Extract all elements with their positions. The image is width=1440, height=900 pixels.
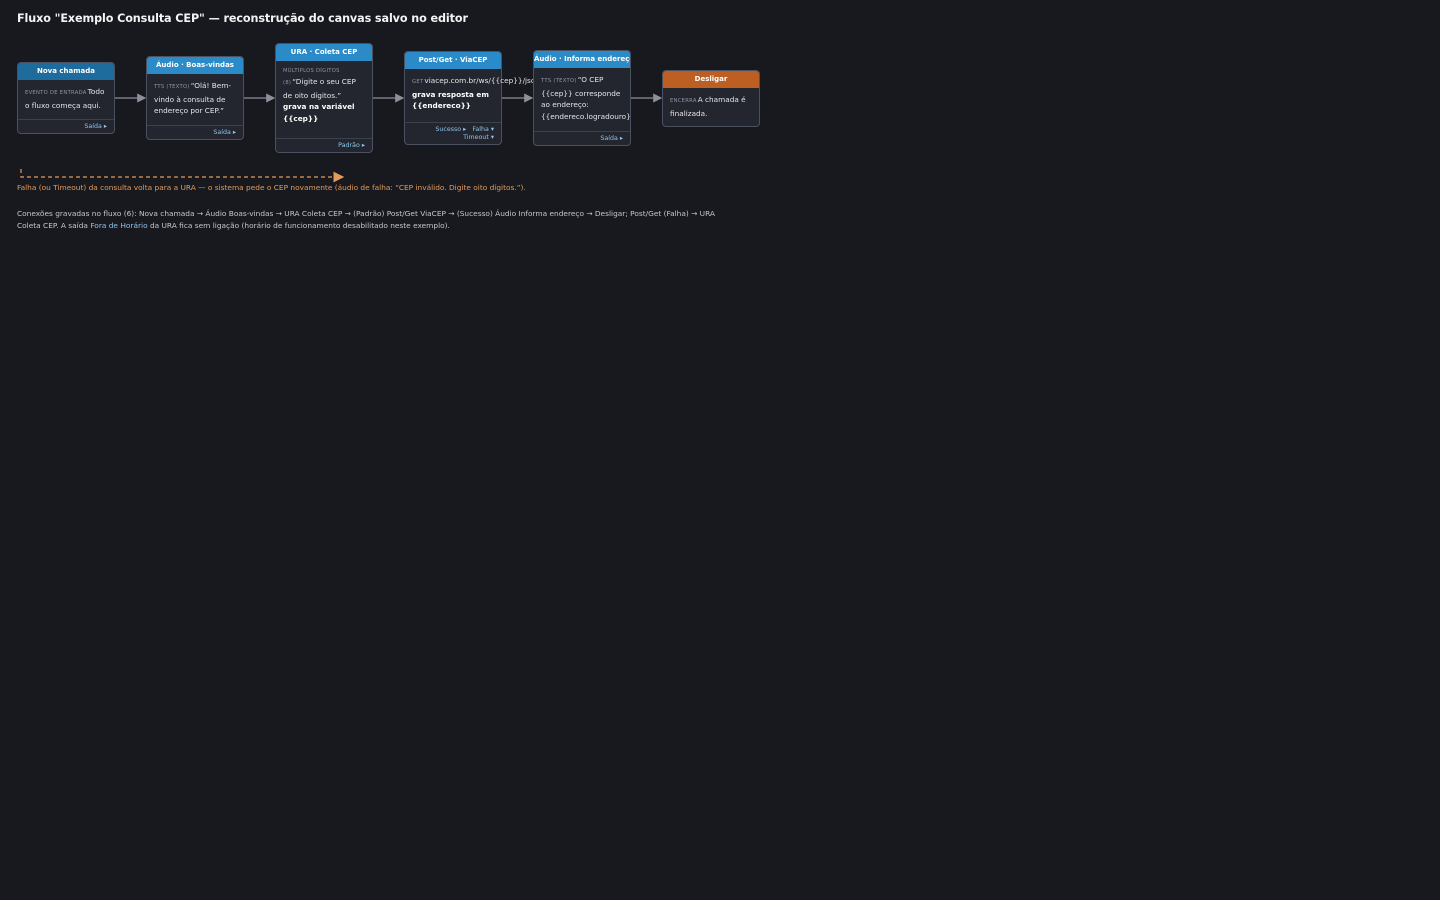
edge-viacep-failure-to-ura[interactable] bbox=[20, 169, 345, 183]
request-url: viacep.com.br/ws/{{cep}}/json bbox=[424, 76, 540, 85]
output-port-falha[interactable]: Falha ▾ bbox=[472, 126, 494, 133]
node-desligar[interactable]: Desligar ENCERRAA chamada é finalizada. bbox=[662, 70, 760, 127]
node-title: Áudio · Boas-vindas bbox=[147, 57, 243, 74]
node-audio-boas-vindas[interactable]: Áudio · Boas-vindas TTS (TEXTO)“Olá! Bem… bbox=[146, 56, 244, 140]
node-body: GETviacep.com.br/ws/{{cep}}/json grava r… bbox=[405, 69, 540, 116]
response-save-text: grava resposta em {{endereco}} bbox=[412, 89, 489, 111]
node-audio-informa-endereco[interactable]: Áudio · Informa endereço TTS (TEXTO)“O C… bbox=[533, 50, 631, 146]
output-port-saida[interactable]: Saída ▸ bbox=[600, 135, 623, 142]
output-port-saida[interactable]: Saída ▸ bbox=[213, 129, 236, 136]
node-type-tag: EVENTO DE ENTRADA bbox=[25, 90, 87, 96]
node-title: Nova chamada bbox=[18, 63, 114, 80]
node-footer: Saída ▸ bbox=[18, 119, 114, 133]
connections-summary: Conexões gravadas no fluxo (6): Nova cha… bbox=[17, 208, 717, 232]
node-footer: Sucesso ▸ Falha ▾ Timeout ▾ bbox=[405, 122, 501, 144]
fora-de-horario-port-label: Fora de Horário bbox=[90, 221, 148, 230]
node-body: TTS (TEXTO)“Olá! Bem-vindo à consulta de… bbox=[147, 74, 243, 121]
node-body: MÚLTIPLOS DÍGITOS (8)“Digite o seu CEP d… bbox=[276, 61, 372, 128]
node-body: EVENTO DE ENTRADATodo o fluxo começa aqu… bbox=[18, 80, 114, 115]
node-title: Desligar bbox=[663, 71, 759, 88]
connections-text-end: da URA fica sem ligação (horário de func… bbox=[149, 221, 450, 230]
node-type-tag: MÚLTIPLOS DÍGITOS bbox=[283, 68, 340, 74]
node-type-tag: TTS (TEXTO) bbox=[154, 84, 190, 90]
node-title: Áudio · Informa endereço bbox=[534, 51, 630, 68]
node-post-get-viacep[interactable]: Post/Get · ViaCEP GETviacep.com.br/ws/{{… bbox=[404, 51, 540, 145]
output-port-saida[interactable]: Saída ▸ bbox=[84, 123, 107, 130]
variable-save-text: grava na variável {{cep}} bbox=[283, 102, 355, 123]
output-port-sucesso[interactable]: Sucesso ▸ bbox=[435, 126, 466, 133]
node-title: URA · Coleta CEP bbox=[276, 44, 372, 61]
digits-count-tag: (8) bbox=[283, 80, 292, 86]
node-type-tag: ENCERRA bbox=[670, 98, 697, 104]
output-port-timeout[interactable]: Timeout ▾ bbox=[463, 134, 494, 141]
node-body: ENCERRAA chamada é finalizada. bbox=[663, 88, 759, 123]
node-type-tag: TTS (TEXTO) bbox=[541, 78, 577, 84]
node-nova-chamada[interactable]: Nova chamada EVENTO DE ENTRADATodo o flu… bbox=[17, 62, 115, 134]
node-ura-coleta-cep[interactable]: URA · Coleta CEP MÚLTIPLOS DÍGITOS (8)“D… bbox=[275, 43, 373, 153]
http-method-tag: GET bbox=[412, 79, 424, 85]
node-footer: Saída ▸ bbox=[147, 125, 243, 139]
node-footer: Padrão ▸ bbox=[276, 138, 372, 152]
output-port-padrao[interactable]: Padrão ▸ bbox=[338, 142, 365, 149]
failure-path-note: Falha (ou Timeout) da consulta volta par… bbox=[17, 183, 526, 192]
page-title: Fluxo "Exemplo Consulta CEP" — reconstru… bbox=[17, 12, 468, 25]
node-footer: Saída ▸ bbox=[534, 131, 630, 145]
node-title: Post/Get · ViaCEP bbox=[405, 52, 501, 69]
node-body: TTS (TEXTO)“O CEP {{cep}} corresponde ao… bbox=[534, 68, 630, 126]
node-text: “Digite o seu CEP de oito dígitos.” bbox=[283, 77, 356, 100]
